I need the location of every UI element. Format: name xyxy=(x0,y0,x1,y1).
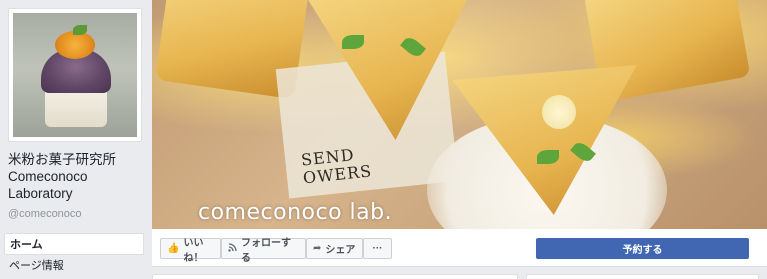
side-card xyxy=(526,274,759,279)
page-handle[interactable]: @comeconoco xyxy=(8,208,82,220)
share-button-label: シェア xyxy=(325,245,356,256)
like-button-label: いいね！ xyxy=(183,237,204,264)
profile-image xyxy=(13,13,137,137)
more-options-label: ··· xyxy=(372,243,383,254)
rss-icon xyxy=(228,242,237,255)
page-nav: ホーム ページ情報 xyxy=(4,233,144,277)
cover-photo[interactable]: SEND OWERS comeconoco lab. xyxy=(152,0,767,229)
page-title-line: Laboratory xyxy=(8,186,73,201)
reserve-button[interactable]: 予約する xyxy=(536,238,749,259)
mint-leaf-shape xyxy=(342,35,364,49)
share-arrow-icon: ➦ xyxy=(313,243,322,254)
page-title-line: Comeconoco xyxy=(8,169,88,184)
more-options-button[interactable]: ··· xyxy=(363,238,392,259)
nav-item-home[interactable]: ホーム xyxy=(4,233,144,255)
share-button[interactable]: ➦ シェア xyxy=(306,238,363,259)
fruit-topping-shape xyxy=(55,31,95,59)
page-title[interactable]: 米粉お菓子研究所 Comeconoco Laboratory xyxy=(8,151,148,202)
leaf-shape xyxy=(73,25,87,35)
follow-button[interactable]: フォローする xyxy=(221,238,306,264)
nav-item-about[interactable]: ページ情報 xyxy=(4,255,144,277)
page-title-line: 米粉お菓子研究所 xyxy=(8,152,116,167)
like-button[interactable]: 👍 いいね！ xyxy=(160,238,221,264)
page-action-bar: 👍 いいね！ フォローする ➦ シェア ··· 予約する xyxy=(152,229,767,267)
mint-leaf-shape xyxy=(537,150,559,164)
cover-watermark: comeconoco lab. xyxy=(198,200,393,225)
follow-button-label: フォローする xyxy=(241,237,291,264)
flower-garnish-shape xyxy=(542,95,576,129)
thumbs-up-icon: 👍 xyxy=(167,243,180,254)
newspaper-text: SEND OWERS xyxy=(300,144,373,187)
page-sidebar: 米粉お菓子研究所 Comeconoco Laboratory @comecono… xyxy=(0,0,152,279)
profile-picture[interactable] xyxy=(8,8,142,142)
content-card xyxy=(152,274,518,279)
